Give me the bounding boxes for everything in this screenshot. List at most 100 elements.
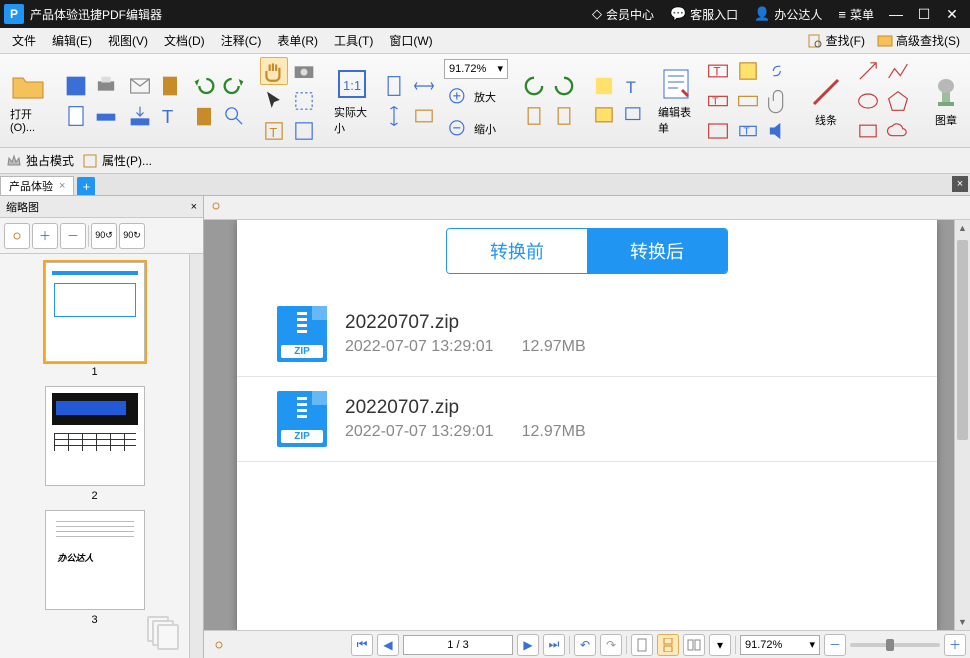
zoom-slider[interactable]	[850, 643, 940, 647]
menu-button[interactable]: ≡菜单	[830, 0, 882, 28]
close-all-tabs-button[interactable]: ×	[952, 176, 968, 192]
thumbnail-page-1[interactable]: 1	[35, 262, 155, 378]
rotate-view-ccw-button[interactable]	[520, 102, 548, 130]
rotate-cw-button[interactable]	[550, 72, 578, 100]
thumb-zoom-in-button[interactable]: ＋	[32, 223, 58, 249]
hand-tool-button[interactable]	[260, 57, 288, 85]
user-button[interactable]: 👤办公达人	[746, 0, 830, 28]
fit-width-button[interactable]	[410, 72, 438, 100]
scroll-thumb[interactable]	[957, 240, 968, 440]
fit-visible-button[interactable]	[410, 102, 438, 130]
viewer-scrollbar[interactable]: ▲ ▼	[954, 220, 970, 630]
menu-window[interactable]: 窗口(W)	[381, 28, 440, 54]
checkbox-button[interactable]	[734, 57, 762, 85]
facing-page-button[interactable]	[683, 634, 705, 656]
ellipse-button[interactable]	[854, 87, 882, 115]
rotate-ccw-button[interactable]	[520, 72, 548, 100]
thumbs-scrollbar[interactable]	[189, 254, 203, 658]
status-options-button[interactable]	[208, 634, 230, 656]
fit-page-button[interactable]	[380, 72, 408, 100]
minimize-button[interactable]: —	[882, 6, 910, 22]
support-button[interactable]: 💬客服入口	[662, 0, 746, 28]
thumbnail-page-3[interactable]: 办公达人 3	[35, 510, 155, 626]
text-field-button[interactable]: T	[704, 57, 732, 85]
zoom-select[interactable]: 91.72%▾	[740, 635, 820, 655]
close-button[interactable]: ✕	[938, 6, 966, 23]
thumb-rotate-ccw-button[interactable]: 90↺	[91, 223, 117, 249]
select-button[interactable]	[260, 87, 288, 115]
menu-form[interactable]: 表单(R)	[269, 28, 326, 54]
scroll-up-icon[interactable]: ▲	[955, 220, 970, 236]
nav-fwd-button[interactable]: ↷	[600, 634, 622, 656]
single-page-button[interactable]	[631, 634, 653, 656]
first-page-button[interactable]: ⏮	[351, 634, 373, 656]
arrow-button[interactable]	[854, 57, 882, 85]
highlight-button[interactable]	[590, 72, 618, 100]
thumb-options-button[interactable]	[4, 223, 30, 249]
edit-content-button[interactable]: T	[260, 117, 288, 145]
tab-before[interactable]: 转换前	[447, 229, 587, 273]
radio-button[interactable]: T	[704, 87, 732, 115]
close-tab-icon[interactable]: ×	[59, 180, 65, 192]
exclusive-mode-button[interactable]: 独占模式	[6, 152, 74, 169]
menu-file[interactable]: 文件	[4, 28, 44, 54]
page-number-input[interactable]: 1 / 3	[403, 635, 513, 655]
menu-tools[interactable]: 工具(T)	[326, 28, 381, 54]
last-page-button[interactable]: ⏭	[543, 634, 565, 656]
open-button[interactable]: 打开(O)...	[6, 66, 50, 136]
email-button[interactable]	[126, 72, 154, 100]
sound-button[interactable]	[764, 117, 792, 145]
button-button[interactable]: T	[734, 117, 762, 145]
adv-find-button[interactable]: 高级查找(S)	[871, 32, 966, 49]
text-button[interactable]: T	[156, 102, 184, 130]
insert-text-button[interactable]: T	[620, 72, 648, 100]
find-button[interactable]: 查找(F)	[801, 32, 871, 49]
next-page-button[interactable]: ▶	[517, 634, 539, 656]
file-row[interactable]: ZIP 20220707.zip 2022-07-07 13:29:0112.9…	[237, 292, 937, 377]
zoom-in-button[interactable]	[444, 83, 472, 111]
redo-button[interactable]	[220, 72, 248, 100]
undo-button[interactable]	[190, 72, 218, 100]
export-button[interactable]	[126, 102, 154, 130]
zoom-in-status-button[interactable]: ＋	[944, 634, 966, 656]
edit-object-button[interactable]	[290, 117, 318, 145]
new-tab-button[interactable]: +	[77, 177, 95, 195]
tab-after[interactable]: 转换后	[587, 229, 727, 273]
marquee-button[interactable]	[290, 87, 318, 115]
create-button[interactable]	[62, 102, 90, 130]
zoom-out-button[interactable]	[444, 115, 472, 143]
print-button[interactable]	[92, 72, 120, 100]
scan-button[interactable]	[92, 102, 120, 130]
find-tool-button[interactable]	[220, 102, 248, 130]
facing-cont-button[interactable]: ▾	[709, 634, 731, 656]
thumb-zoom-out-button[interactable]: －	[60, 223, 86, 249]
nav-back-button[interactable]: ↶	[574, 634, 596, 656]
note-button[interactable]	[590, 102, 618, 130]
actual-size-button[interactable]: 1:1 实际大小	[330, 64, 374, 138]
zoom-out-status-button[interactable]: －	[824, 634, 846, 656]
paste-button[interactable]	[190, 102, 218, 130]
callout-button[interactable]	[620, 102, 648, 130]
zoom-slider-knob[interactable]	[886, 639, 894, 651]
link-button[interactable]	[764, 57, 792, 85]
menu-document[interactable]: 文档(D)	[156, 28, 213, 54]
maximize-button[interactable]: ☐	[910, 6, 938, 23]
scroll-down-icon[interactable]: ▼	[955, 614, 970, 630]
polygon-button[interactable]	[884, 87, 912, 115]
menu-view[interactable]: 视图(V)	[100, 28, 156, 54]
stamp-button[interactable]: 图章	[924, 72, 968, 130]
continuous-page-button[interactable]	[657, 634, 679, 656]
thumbnail-page-2[interactable]: 2	[35, 386, 155, 502]
cloud-button[interactable]	[884, 117, 912, 145]
polyline-button[interactable]	[884, 57, 912, 85]
menu-comment[interactable]: 注释(C)	[213, 28, 270, 54]
attach-button[interactable]	[764, 87, 792, 115]
menu-edit[interactable]: 编辑(E)	[44, 28, 100, 54]
file-row[interactable]: ZIP 20220707.zip 2022-07-07 13:29:0112.9…	[237, 377, 937, 462]
clipboard-button[interactable]	[156, 72, 184, 100]
panel-close-icon[interactable]: ×	[191, 201, 197, 213]
viewer-options-button[interactable]	[208, 198, 224, 217]
doc-tab[interactable]: 产品体验 ×	[0, 176, 74, 195]
combo-button[interactable]	[734, 87, 762, 115]
thumb-rotate-cw-button[interactable]: 90↻	[119, 223, 145, 249]
